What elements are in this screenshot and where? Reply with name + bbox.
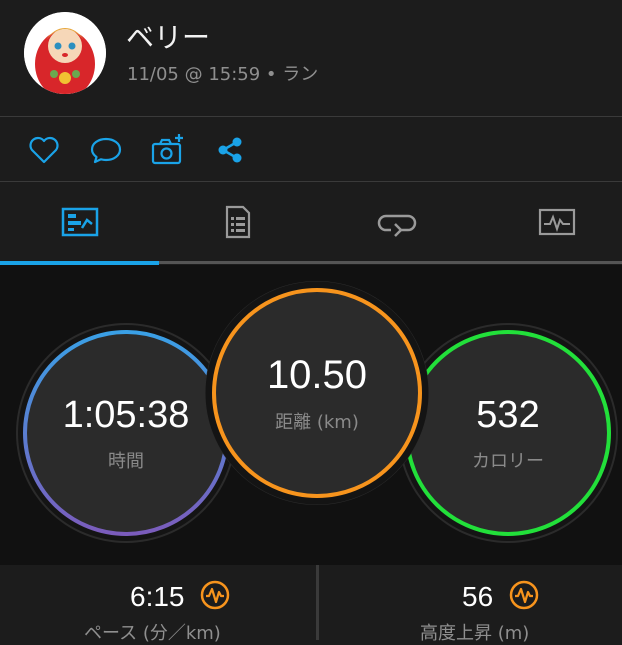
tab-details[interactable]: [160, 182, 315, 262]
calories-label: カロリー: [472, 450, 544, 472]
calories-stat[interactable]: 532 カロリー: [398, 323, 618, 543]
comment-button[interactable]: [88, 132, 124, 168]
metrics-row: 6:15 ペース (分／km) 56 高度上昇 (m): [0, 565, 622, 644]
details-icon: [225, 205, 250, 239]
avatar-image: [24, 12, 106, 94]
elevation-label: 高度上昇 (m): [420, 623, 530, 644]
activity-header: ベリー 11/05 @ 15:59 • ラン: [0, 0, 622, 116]
share-button[interactable]: [212, 132, 248, 168]
pace-label: ペース (分／km): [84, 623, 221, 644]
avatar[interactable]: [24, 12, 106, 94]
camera-add-icon: [151, 134, 183, 165]
laps-icon: [377, 214, 416, 237]
stats-panel: 1:05:38 時間 532 カロリー 10.50 距離 (km): [0, 265, 622, 565]
time-stat[interactable]: 1:05:38 時間: [16, 323, 236, 543]
graph-icon: [538, 208, 575, 236]
elevation-cell[interactable]: 56 高度上昇 (m): [319, 565, 622, 644]
like-button[interactable]: [26, 132, 62, 168]
distance-stat[interactable]: 10.50 距離 (km): [205, 281, 429, 505]
activity-icon: [509, 580, 539, 610]
add-photo-button[interactable]: [150, 132, 186, 168]
activity-meta: 11/05 @ 15:59 • ラン: [127, 64, 319, 85]
activity-icon: [200, 580, 230, 610]
tab-bar: [0, 182, 622, 264]
tab-graph[interactable]: [479, 182, 622, 262]
user-name[interactable]: ベリー: [126, 16, 210, 56]
action-bar: [0, 118, 622, 182]
share-icon: [218, 137, 242, 163]
distance-label: 距離 (km): [275, 411, 359, 433]
time-label: 時間: [108, 450, 144, 472]
comment-icon: [90, 137, 122, 164]
pace-value: 6:15: [130, 581, 185, 612]
tab-summary[interactable]: [2, 182, 157, 262]
calories-value: 532: [476, 393, 540, 436]
heart-icon: [29, 136, 59, 164]
divider: [0, 116, 622, 117]
pace-cell[interactable]: 6:15 ペース (分／km): [0, 565, 316, 644]
summary-icon: [61, 207, 98, 237]
distance-value: 10.50: [266, 352, 368, 397]
time-value: 1:05:38: [62, 393, 190, 436]
elevation-value: 56: [462, 581, 494, 612]
tab-laps[interactable]: [319, 182, 474, 262]
